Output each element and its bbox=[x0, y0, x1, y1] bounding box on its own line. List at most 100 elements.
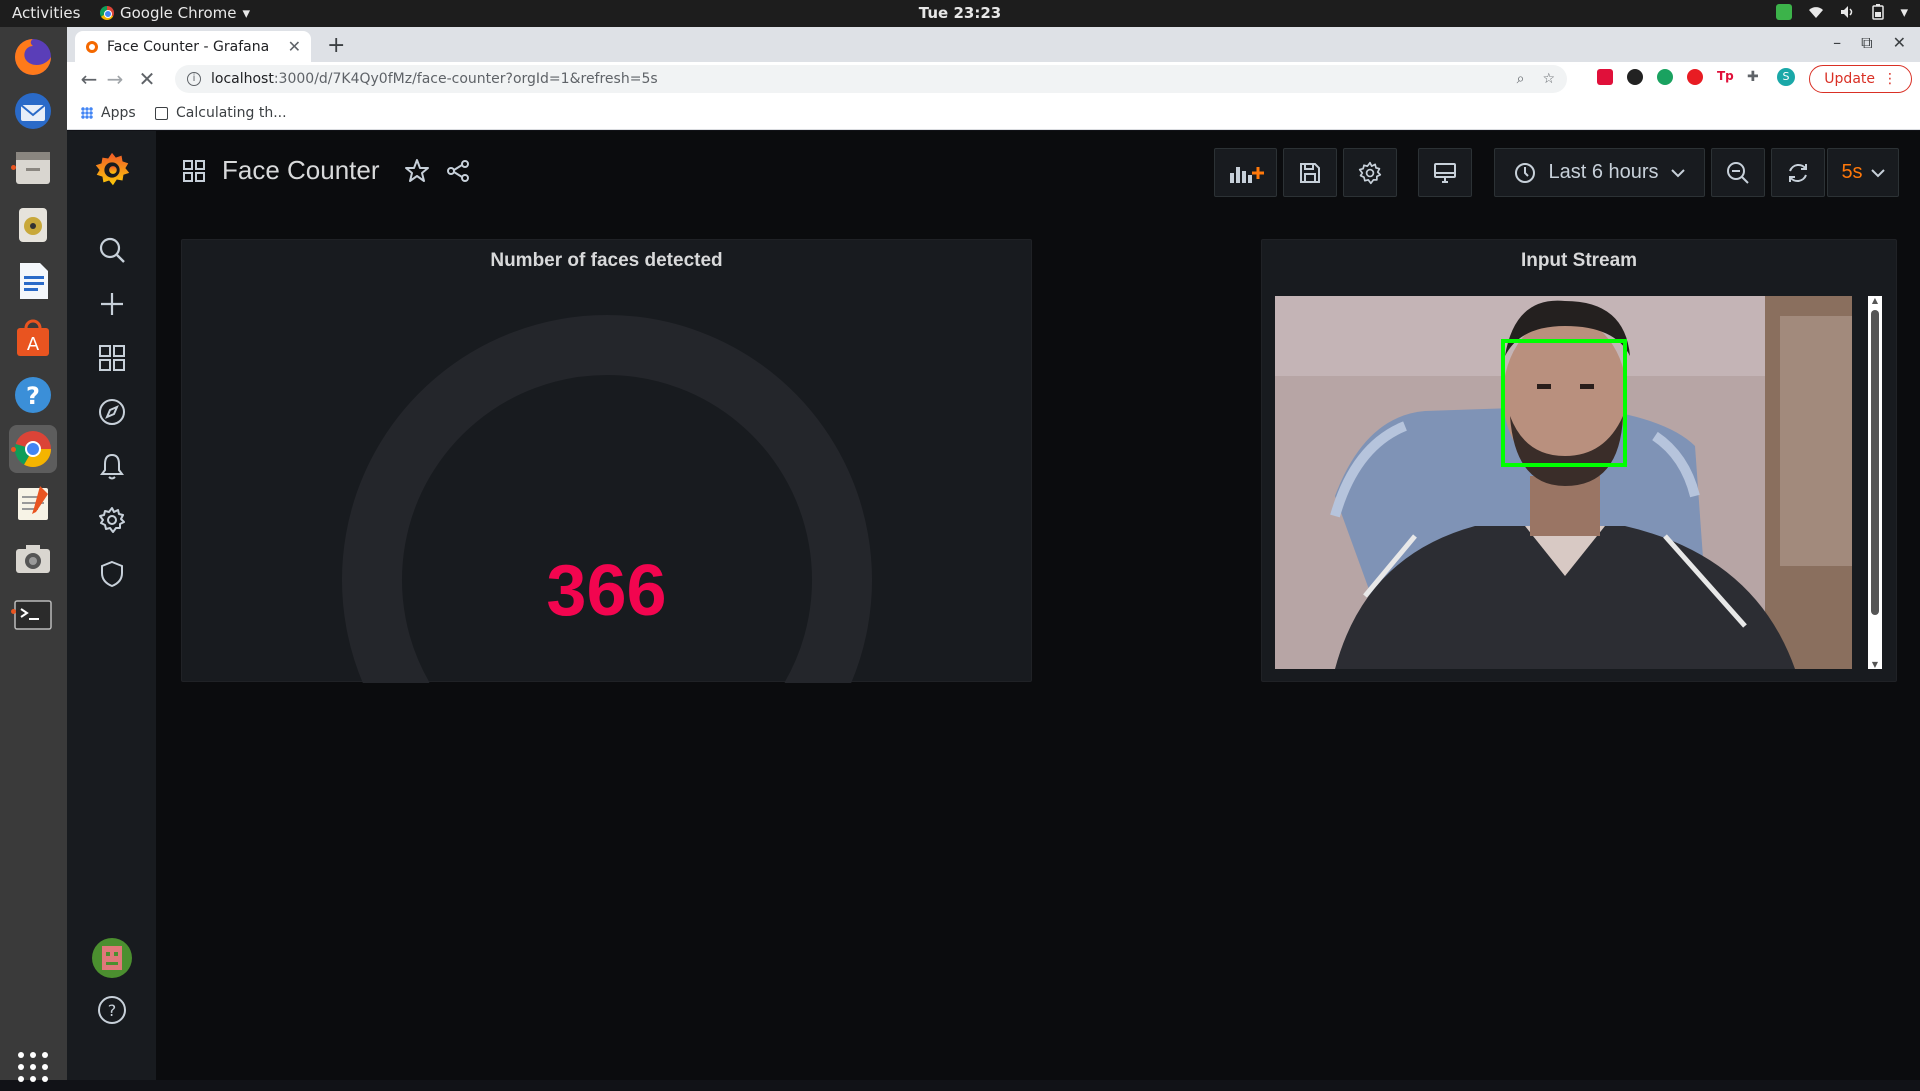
dashboard-settings-button[interactable] bbox=[1343, 148, 1397, 197]
dashboards-icon[interactable] bbox=[91, 337, 133, 379]
extensions-puzzle-icon[interactable]: ✚ bbox=[1747, 69, 1763, 85]
user-avatar[interactable] bbox=[91, 937, 133, 979]
stream-panel[interactable]: Input Stream ▲ ▼ bbox=[1261, 239, 1897, 682]
monitor-icon bbox=[1434, 162, 1456, 183]
grafana-app: ? Face Counter Last 6 hours 5s Number of… bbox=[67, 131, 1920, 1080]
battery-icon bbox=[1872, 4, 1885, 20]
app-dock: A ? bbox=[0, 27, 67, 1082]
svg-text:?: ? bbox=[108, 1001, 117, 1020]
screenshot-icon[interactable] bbox=[9, 535, 57, 583]
dashboard-grid-icon[interactable] bbox=[182, 159, 206, 183]
scrollbar-thumb[interactable] bbox=[1871, 310, 1879, 615]
refresh-dashboard-button[interactable] bbox=[1771, 148, 1825, 197]
bookmark-apps[interactable]: Apps bbox=[81, 105, 136, 121]
share-icon[interactable] bbox=[446, 159, 470, 183]
clock[interactable]: Tue 23:23 bbox=[0, 4, 1920, 22]
address-bar[interactable]: i localhost:3000/d/7K4Qy0fMz/face-counte… bbox=[175, 65, 1567, 93]
zoom-icon[interactable]: ⌕ bbox=[1517, 71, 1525, 87]
bookmark-page-icon bbox=[155, 106, 168, 120]
system-top-bar: Activities Google Chrome ▾ Tue 23:23 ▾ bbox=[0, 0, 1920, 27]
dashboard-title[interactable]: Face Counter bbox=[222, 155, 380, 186]
update-button[interactable]: Update ⋮ bbox=[1809, 65, 1912, 93]
grafana-logo-icon[interactable] bbox=[91, 149, 133, 191]
help-circle-icon[interactable]: ? bbox=[91, 989, 133, 1031]
browser-tab[interactable]: Face Counter - Grafana ✕ bbox=[75, 31, 311, 62]
chrome-icon[interactable] bbox=[9, 425, 57, 473]
extension-dark-icon[interactable] bbox=[1627, 69, 1643, 85]
add-panel-button[interactable] bbox=[1214, 148, 1277, 197]
create-plus-icon[interactable] bbox=[91, 283, 133, 325]
extension-red-icon[interactable] bbox=[1597, 69, 1613, 85]
extension-tp-icon[interactable]: Tp bbox=[1717, 69, 1734, 85]
configuration-gear-icon[interactable] bbox=[91, 499, 133, 541]
star-icon[interactable] bbox=[404, 158, 430, 184]
firefox-icon[interactable] bbox=[9, 33, 57, 81]
scroll-down-icon[interactable]: ▼ bbox=[1871, 660, 1879, 669]
bookmark-item-label: Calculating th... bbox=[176, 105, 287, 121]
search-icon[interactable] bbox=[91, 229, 133, 271]
webcam-frame bbox=[1275, 296, 1852, 669]
panel-title[interactable]: Input Stream bbox=[1262, 250, 1896, 272]
tab-strip: Face Counter - Grafana ✕ + – ⧉ ✕ bbox=[67, 27, 1920, 62]
restore-icon[interactable]: ⧉ bbox=[1861, 33, 1872, 53]
chevron-down-icon: ▾ bbox=[1900, 3, 1908, 21]
extensions-row: Tp ✚ S bbox=[1597, 68, 1795, 86]
video-stream-image bbox=[1275, 296, 1852, 669]
chevron-down-icon bbox=[1870, 168, 1885, 177]
update-label: Update bbox=[1824, 71, 1875, 87]
show-apps-icon[interactable] bbox=[9, 1043, 57, 1091]
software-center-icon[interactable]: A bbox=[9, 315, 57, 363]
wifi-icon bbox=[1809, 7, 1824, 18]
alerting-bell-icon[interactable] bbox=[91, 445, 133, 487]
zoom-out-time-button[interactable] bbox=[1711, 148, 1765, 197]
zoom-out-icon bbox=[1727, 161, 1749, 184]
cycle-view-mode-button[interactable] bbox=[1418, 148, 1472, 197]
clock-icon bbox=[1515, 162, 1536, 183]
grafana-favicon-icon bbox=[86, 40, 98, 53]
refresh-icon bbox=[1789, 163, 1807, 182]
bookmarks-bar: Apps Calculating th... bbox=[67, 96, 1920, 130]
more-vert-icon: ⋮ bbox=[1883, 71, 1897, 87]
terminal-icon[interactable] bbox=[9, 591, 57, 639]
forward-icon[interactable]: → bbox=[103, 67, 127, 91]
apps-grid-icon bbox=[81, 107, 93, 119]
close-icon[interactable]: ✕ bbox=[288, 37, 301, 56]
files-icon[interactable] bbox=[9, 143, 57, 191]
svg-text:A: A bbox=[27, 334, 40, 355]
thunderbird-icon[interactable] bbox=[9, 87, 57, 135]
profile-avatar[interactable]: S bbox=[1777, 68, 1795, 86]
bookmark-star-icon[interactable]: ☆ bbox=[1542, 71, 1555, 87]
close-window-icon[interactable]: ✕ bbox=[1893, 33, 1906, 53]
bookmark-apps-label: Apps bbox=[101, 105, 136, 121]
url-host: localhost bbox=[211, 71, 274, 87]
extension-shield-icon[interactable] bbox=[1687, 69, 1703, 85]
minimize-icon[interactable]: – bbox=[1833, 33, 1841, 53]
system-tray[interactable]: ▾ bbox=[1776, 3, 1908, 21]
gauge-panel[interactable]: Number of faces detected 366 bbox=[181, 239, 1032, 683]
tab-title: Face Counter - Grafana bbox=[107, 38, 270, 55]
extension-check-icon[interactable] bbox=[1657, 69, 1673, 85]
url-path: :3000/d/7K4Qy0fMz/face-counter?orgId=1&r… bbox=[273, 71, 658, 87]
server-admin-shield-icon[interactable] bbox=[91, 553, 133, 595]
browser-toolbar: ← → ✕ i localhost:3000/d/7K4Qy0fMz/face-… bbox=[67, 62, 1920, 96]
window-controls: – ⧉ ✕ bbox=[1833, 33, 1906, 53]
help-icon[interactable]: ? bbox=[9, 371, 57, 419]
writer-icon[interactable] bbox=[9, 257, 57, 305]
explore-compass-icon[interactable] bbox=[91, 391, 133, 433]
bookmark-item[interactable]: Calculating th... bbox=[155, 105, 287, 121]
grafana-sidebar: ? bbox=[67, 131, 156, 1080]
stream-scrollbar[interactable]: ▲ ▼ bbox=[1868, 296, 1882, 669]
text-editor-icon[interactable] bbox=[9, 479, 57, 527]
new-tab-button[interactable]: + bbox=[327, 33, 345, 58]
site-info-icon[interactable]: i bbox=[187, 72, 201, 86]
time-range-picker[interactable]: Last 6 hours bbox=[1494, 148, 1705, 197]
dashboard-header: Face Counter bbox=[182, 155, 470, 186]
stop-loading-icon[interactable]: ✕ bbox=[135, 67, 159, 91]
scroll-up-icon[interactable]: ▲ bbox=[1871, 296, 1879, 305]
save-dashboard-button[interactable] bbox=[1283, 148, 1337, 197]
rhythmbox-icon[interactable] bbox=[9, 201, 57, 249]
refresh-interval-picker[interactable]: 5s bbox=[1827, 148, 1899, 197]
grafana-main: Face Counter Last 6 hours 5s Number of f… bbox=[156, 131, 1920, 1080]
volume-icon bbox=[1841, 6, 1853, 18]
back-icon[interactable]: ← bbox=[77, 67, 101, 91]
